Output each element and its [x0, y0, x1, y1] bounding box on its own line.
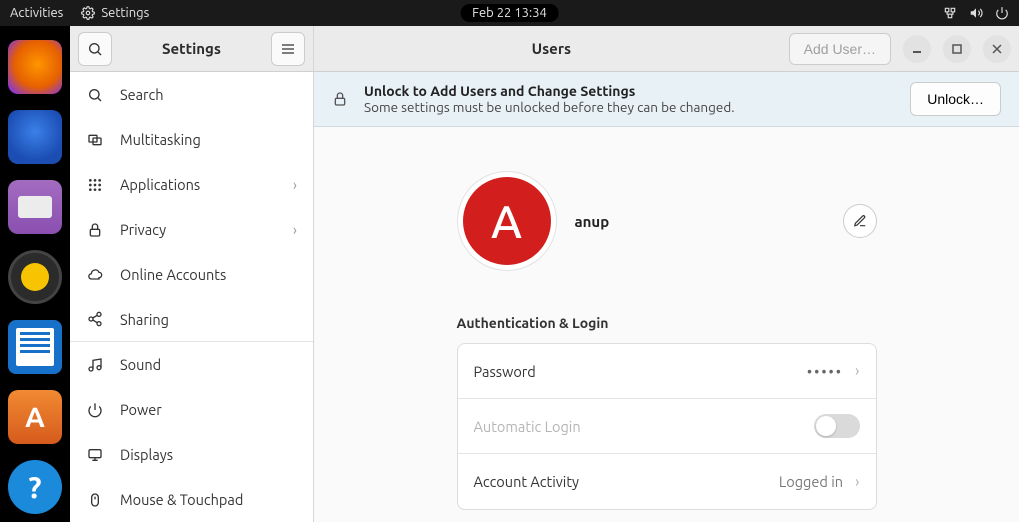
sidebar-item-applications[interactable]: Applications › [70, 162, 313, 207]
sidebar-list: Search Multitasking Applications › Priva… [70, 72, 313, 522]
avatar[interactable]: A [463, 177, 551, 265]
sidebar-menu-button[interactable] [271, 32, 305, 66]
password-row[interactable]: Password ••••• › [458, 344, 876, 399]
network-icon[interactable] [943, 6, 957, 20]
sidebar-item-label: Sound [120, 356, 161, 373]
sidebar-item-sound[interactable]: Sound [70, 342, 313, 387]
edit-username-button[interactable] [843, 204, 877, 238]
password-value: ••••• [807, 363, 843, 380]
account-activity-row[interactable]: Account Activity Logged in › [458, 454, 876, 509]
topbar-app-name: Settings [101, 6, 149, 20]
settings-window: Settings Search Multitasking Application… [70, 26, 1019, 522]
autologin-label: Automatic Login [474, 418, 581, 435]
sidebar-item-label: Multitasking [120, 131, 201, 148]
chevron-right-icon: › [293, 176, 297, 193]
add-user-button[interactable]: Add User… [789, 33, 891, 65]
dock-thunderbird[interactable] [8, 110, 62, 164]
dock-ubuntu-software[interactable]: A [8, 390, 62, 444]
sidebar-item-search[interactable]: Search [70, 72, 313, 117]
unlock-button[interactable]: Unlock… [910, 82, 1001, 116]
main-panel: Users Add User… Unlock to Add Users and … [314, 26, 1019, 522]
dock-firefox[interactable] [8, 40, 62, 94]
sidebar-item-power[interactable]: Power [70, 387, 313, 432]
dock-rhythmbox[interactable] [8, 250, 62, 304]
autologin-switch[interactable] [814, 414, 860, 438]
password-label: Password [474, 363, 536, 380]
settings-gear-icon [81, 6, 95, 20]
sidebar-header: Settings [70, 26, 313, 72]
banner-subtitle: Some settings must be unlocked before th… [364, 99, 894, 115]
volume-icon[interactable] [969, 6, 983, 20]
mouse-icon [86, 491, 104, 509]
lock-icon [332, 91, 348, 107]
sidebar-item-displays[interactable]: Displays [70, 432, 313, 477]
page-title: Users [322, 40, 781, 57]
activity-value: Logged in [779, 473, 843, 490]
dock-libreoffice-writer[interactable] [8, 320, 62, 374]
sidebar-item-label: Mouse & Touchpad [120, 491, 243, 508]
auth-settings-box: Password ••••• › Automatic Login Acco [457, 343, 877, 510]
chevron-right-icon: › [293, 221, 297, 238]
sidebar-item-sharing[interactable]: Sharing [70, 297, 313, 342]
cloud-icon [86, 266, 104, 284]
topbar-app-menu[interactable]: Settings [81, 6, 149, 20]
automatic-login-row: Automatic Login [458, 399, 876, 454]
dock-files[interactable] [8, 180, 62, 234]
window-minimize-button[interactable] [903, 35, 931, 63]
username-label: anup [575, 213, 610, 230]
activity-label: Account Activity [474, 473, 580, 490]
banner-title: Unlock to Add Users and Change Settings [364, 83, 894, 99]
sidebar-title: Settings [120, 40, 263, 57]
sidebar-item-label: Privacy [120, 221, 166, 238]
multitasking-icon [86, 131, 104, 149]
sidebar-item-label: Sharing [120, 311, 169, 328]
share-icon [86, 310, 104, 328]
chevron-right-icon: › [855, 362, 860, 380]
topbar-clock[interactable]: Feb 22 13:34 [460, 4, 559, 22]
lock-icon [86, 221, 104, 239]
dock-help[interactable]: ? [8, 460, 62, 514]
power-icon[interactable] [995, 6, 1009, 20]
sidebar-item-multitasking[interactable]: Multitasking [70, 117, 313, 162]
unlock-banner: Unlock to Add Users and Change Settings … [314, 72, 1019, 127]
ubuntu-dock: A ? [0, 26, 70, 522]
sidebar-search-button[interactable] [78, 32, 112, 66]
sidebar-item-online-accounts[interactable]: Online Accounts [70, 252, 313, 297]
auth-section-title: Authentication & Login [457, 315, 877, 331]
sidebar-item-label: Power [120, 401, 162, 418]
gnome-topbar: Activities Settings Feb 22 13:34 [0, 0, 1019, 26]
sidebar-item-privacy[interactable]: Privacy › [70, 207, 313, 252]
activities-button[interactable]: Activities [10, 6, 63, 20]
search-icon [86, 86, 104, 104]
sidebar-item-label: Applications [120, 176, 200, 193]
sidebar-item-mouse-touchpad[interactable]: Mouse & Touchpad [70, 477, 313, 522]
sidebar-item-label: Displays [120, 446, 173, 463]
music-note-icon [86, 356, 104, 374]
avatar-wrap: A [457, 171, 557, 271]
content-area: A anup Authentication & Login Password •… [314, 127, 1019, 522]
applications-icon [86, 176, 104, 194]
chevron-right-icon: › [855, 473, 860, 491]
monitor-icon [86, 446, 104, 464]
settings-sidebar: Settings Search Multitasking Application… [70, 26, 314, 522]
user-header-row: A anup [457, 171, 877, 271]
window-close-button[interactable] [983, 35, 1011, 63]
sidebar-item-label: Search [120, 86, 164, 103]
power-icon [86, 401, 104, 419]
main-header: Users Add User… [314, 26, 1019, 72]
window-maximize-button[interactable] [943, 35, 971, 63]
sidebar-item-label: Online Accounts [120, 266, 226, 283]
